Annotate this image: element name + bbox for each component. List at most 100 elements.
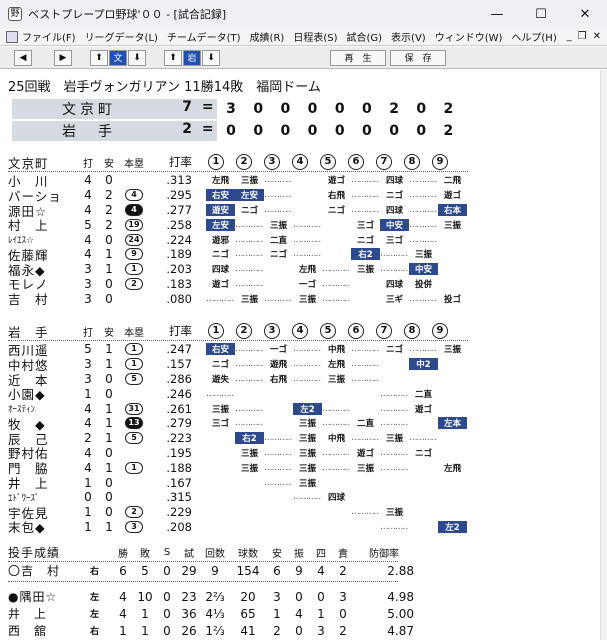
pitcher-bb: 3 [317, 623, 325, 638]
player-name[interactable]: 村 上 [8, 215, 78, 234]
pitcher-name[interactable]: 西 舘 [8, 622, 90, 639]
pitcher-er: 2 [339, 623, 347, 638]
at-bat-result: 遊失 [211, 374, 229, 385]
at-bat-result: 三ゴ [211, 419, 229, 430]
player-row[interactable]: 村 上 5 2 19.258 左安………… 三振………… 三ゴ 中安………… 三振 [8, 215, 468, 234]
at-bat-result: ………… [206, 388, 235, 399]
player-ab: 4 [84, 401, 92, 416]
at-bat-result: 中飛 [327, 434, 345, 445]
menu-file[interactable]: ファイル(F) [22, 29, 76, 44]
at-bat-result: ………… [264, 190, 293, 201]
close-button[interactable]: ✕ [563, 0, 607, 28]
at-bat-result: ………… [235, 219, 264, 230]
at-bat-result: 三振 [298, 478, 316, 489]
player-hr-count: 1 [125, 358, 143, 371]
pitcher-name[interactable]: 井 上 [8, 605, 90, 622]
at-bat-result: 三振 [298, 294, 316, 305]
team1-down-button[interactable]: ⬇ [128, 49, 146, 66]
scoreboard-equals: = [198, 99, 218, 119]
player-row[interactable]: 井 上 1 0 .167 ………… 三振 [8, 473, 468, 492]
player-row[interactable]: 小園◆ 1 0 .246 ………… ………… 二直 [8, 384, 468, 403]
at-bat-result: ………… [380, 418, 409, 429]
menu-stats[interactable]: 成績(R) [250, 29, 285, 44]
player-name[interactable]: 小園◆ [8, 384, 78, 403]
at-bat-result: 右2 [235, 432, 264, 445]
at-bat-result: 三振 [240, 448, 258, 459]
pitcher-name[interactable]: ●隅田☆ [8, 588, 90, 605]
prev-game-button[interactable]: ◀ [14, 49, 32, 66]
at-bat-result: ニゴ [211, 360, 229, 371]
team1-up-button[interactable]: ⬆ [90, 49, 108, 66]
inning-number-9: 9 [432, 154, 448, 170]
pitcher-bb: 4 [317, 563, 325, 578]
menu-help[interactable]: ヘルプ(H) [511, 29, 556, 44]
maximize-button[interactable]: ☐ [519, 0, 563, 28]
player-hr-count: 2 [125, 506, 143, 519]
batting-header: 文京町 打安本塁 打率 1 2 3 4 5 6 7 8 9 [8, 153, 468, 171]
at-bat-result: ………… [264, 477, 293, 488]
mdi-minimize-button[interactable]: _ [567, 31, 572, 42]
player-hits: 2 [105, 188, 113, 203]
vertical-scrollbar[interactable] [600, 70, 607, 640]
player-ab: 4 [84, 232, 92, 247]
menu-window[interactable]: ウィンドウ(W) [435, 29, 503, 44]
pitcher-name[interactable]: 〇吉 村 [8, 562, 90, 579]
at-bat-result: ………… [322, 278, 351, 289]
pitcher-row[interactable]: ●隅田☆ 左 4 10 0 23 2⅔ 20 3 0 0 3 4.98 [8, 588, 414, 605]
at-bat-result: 三ギ [385, 294, 403, 305]
at-bat-result: ニゴ [356, 235, 374, 246]
menu-view[interactable]: 表示(V) [391, 29, 426, 44]
team2-up-button[interactable]: ⬆ [164, 49, 182, 66]
pitcher-l: 1 [141, 623, 149, 638]
inning-number-2: 2 [236, 323, 252, 339]
at-bat-result: 左飛 [443, 463, 461, 474]
player-name[interactable]: 吉 村 [8, 289, 78, 308]
header-ab: 打 [83, 158, 93, 170]
at-bat-result: 左飛 [298, 265, 316, 276]
player-row[interactable]: 吉 村 3 0 .080 ………… 三振 ………… 三振 ………… 三ギ ………… 投ゴ [8, 289, 468, 308]
at-bat-result: ………… [351, 204, 380, 215]
mdi-restore-button[interactable]: ❐ [578, 31, 587, 42]
team1-button[interactable]: 文 [109, 49, 127, 66]
at-bat-result: ………… [293, 249, 322, 260]
minimize-button[interactable]: — [475, 0, 519, 28]
next-game-button[interactable]: ▶ [54, 49, 72, 66]
scoreboard-inning: 2 [443, 101, 454, 117]
at-bat-result: ………… [409, 433, 438, 444]
player-name[interactable]: 末包◆ [8, 517, 78, 536]
menu-team-data[interactable]: チームデータ(T) [167, 29, 241, 44]
menu-league-data[interactable]: リーグデータ(L) [85, 29, 158, 44]
away-batting-section: 岩 手打安本塁 打率 1 2 3 4 5 6 7 8 9 西川遥 5 1 1.247 右安………… 一ゴ…………… [8, 322, 468, 535]
scoreboard-inning: 0 [416, 101, 427, 117]
at-bat-result: ………… [264, 293, 293, 304]
at-bat-result: 一ゴ [269, 345, 287, 356]
header-avg: 打率 [169, 155, 192, 169]
menu-game[interactable]: 試合(G) [346, 29, 382, 44]
header-hr: 本塁 [124, 327, 144, 339]
team2-button[interactable]: 岩 [183, 49, 201, 66]
pitcher-row[interactable]: 西 舘右 1 1 0 26 1⅔ 41 2 0 3 2 4.87 [8, 622, 414, 639]
at-bat-result: 三振 [356, 463, 374, 474]
document-icon[interactable] [6, 30, 18, 43]
at-bat-result: ………… [235, 264, 264, 275]
save-button[interactable]: 保 存 [390, 49, 446, 66]
at-bat-result: 二直 [414, 389, 432, 400]
separator-line [8, 581, 398, 582]
menu-schedule[interactable]: 日程表(S) [293, 29, 337, 44]
pitcher-g: 29 [181, 563, 197, 578]
at-bat-result: 三振 [269, 220, 287, 231]
player-ab: 0 [84, 490, 92, 505]
team2-down-button[interactable]: ⬇ [202, 49, 220, 66]
player-row[interactable]: 末包◆ 1 1 3.208………… 左2 [8, 520, 468, 535]
at-bat-result: ………… [409, 219, 438, 230]
mdi-close-button[interactable]: ✕ [593, 31, 601, 42]
at-bat-result: ………… [351, 344, 380, 355]
at-bat-result: 左本 [438, 417, 467, 430]
scoreboard-inning: 2 [443, 123, 454, 139]
player-name[interactable]: 井 上 [8, 473, 78, 492]
pitcher-row[interactable]: 井 上左 4 1 0 36 4⅓ 65 1 4 1 0 5.00 [8, 605, 414, 622]
pitcher-w: 4 [119, 589, 127, 604]
pitcher-row[interactable]: 〇吉 村右 6 5 0 29 9 154 6 9 4 2 2.88 [8, 562, 414, 579]
pitching-header-col: 勝 [118, 549, 128, 560]
replay-button[interactable]: 再 生 [330, 49, 386, 66]
